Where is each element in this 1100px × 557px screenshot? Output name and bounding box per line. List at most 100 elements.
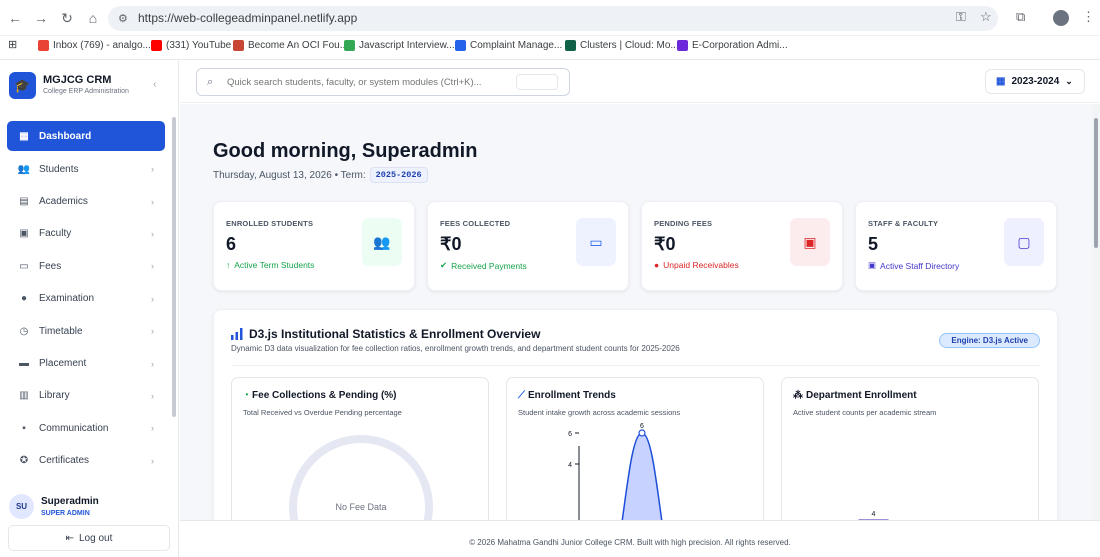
sidebar-item-library[interactable]: ▥ Library › xyxy=(0,380,172,412)
sidebar-item-communication[interactable]: ▪ Communication › xyxy=(0,412,172,444)
panel-title-text: D3.js Institutional Statistics & Enrollm… xyxy=(249,327,541,341)
search-icon: ⌕ xyxy=(207,76,214,88)
bookmark-item[interactable]: (331) YouTube xyxy=(151,40,231,51)
brand-name: MGJCG CRM xyxy=(43,74,112,86)
stat-caption: ↑ Active Term Students xyxy=(226,260,314,270)
department-enrollment-card: ⁂ Department Enrollment Active student c… xyxy=(781,377,1039,520)
user-role: SUPER ADMIN xyxy=(41,510,90,517)
apps-icon[interactable]: ⊞ xyxy=(8,38,17,51)
stat-caption: ● Unpaid Receivables xyxy=(654,260,739,270)
banknote-icon: ▣ xyxy=(790,218,830,266)
sidebar-item-certificates[interactable]: ✪ Certificates › xyxy=(0,445,172,477)
home-icon[interactable]: ⌂ xyxy=(84,9,102,27)
id-card-icon: ▣ xyxy=(19,228,29,240)
collapse-sidebar-icon[interactable]: ‹ xyxy=(153,79,156,90)
stat-caption-text: Active Term Students xyxy=(234,260,315,270)
term-badge: 2025-2026 xyxy=(369,167,428,183)
stat-caption-text: Active Staff Directory xyxy=(880,260,960,271)
sidebar-item-label: Placement xyxy=(39,358,87,370)
stat-value: ₹0 xyxy=(440,234,462,254)
menu-icon[interactable]: ⋮ xyxy=(1082,9,1095,25)
data-point xyxy=(638,429,646,437)
sidebar-item-students[interactable]: 👥 Students › xyxy=(0,153,172,185)
stat-value: 5 xyxy=(868,234,879,254)
clock-icon: ◷ xyxy=(19,325,29,337)
divider xyxy=(231,365,1041,366)
star-icon[interactable]: ☆ xyxy=(980,9,992,25)
bookmark-label: Javascript Interview... xyxy=(359,40,455,51)
stat-card: STAFF & FACULTY 5 ▣ Active Staff Directory ▢ xyxy=(855,201,1057,291)
sidebar-item-label: Academics xyxy=(39,196,88,208)
enrollment-area-series xyxy=(621,432,663,520)
bookmark-favicon-icon xyxy=(38,40,49,51)
sidebar-item-label: Timetable xyxy=(39,325,83,337)
stat-card: FEES COLLECTED ₹0 ✔ Received Payments ▭ xyxy=(427,201,629,291)
chevron-right-icon: › xyxy=(151,293,154,304)
sidebar-item-academics[interactable]: ▤ Academics › xyxy=(0,185,172,217)
stat-label: PENDING FEES xyxy=(654,219,713,228)
chevron-right-icon: › xyxy=(151,423,154,434)
sidebar-item-timetable[interactable]: ◷ Timetable › xyxy=(0,315,172,347)
bookmark-label: Become An OCI Fou... xyxy=(248,40,349,51)
extensions-icon[interactable]: ⧉ xyxy=(1016,9,1025,25)
contact-icon: ▢ xyxy=(1004,218,1044,266)
bookmark-item[interactable]: Javascript Interview... xyxy=(344,40,455,51)
panel-title: D3.js Institutional Statistics & Enrollm… xyxy=(231,327,540,341)
cash-icon: ▭ xyxy=(19,260,29,272)
engine-badge: Engine: D3.js Active xyxy=(939,333,1040,348)
department-bar-chart: 4 xyxy=(858,511,889,520)
sidebar-item-label: Certificates xyxy=(39,455,90,467)
arrow-up-icon: ↑ xyxy=(226,260,231,270)
current-date: Thursday, August 13, 2026 • Term: xyxy=(213,169,366,181)
sidebar-item-examination[interactable]: ● Examination › xyxy=(0,283,172,315)
footer-text: © 2026 Mahatma Gandhi Junior College CRM… xyxy=(469,538,791,547)
bar-chart-icon xyxy=(231,328,243,340)
main-scrollbar[interactable] xyxy=(1092,104,1100,520)
key-icon[interactable]: ⚿ xyxy=(956,9,966,25)
bookmark-item[interactable]: Become An OCI Fou... xyxy=(233,40,348,51)
sidebar-item-placement[interactable]: ▬ Placement › xyxy=(0,347,172,379)
sidebar: 🎓 MGJCG CRM College ERP Administration ‹… xyxy=(0,61,179,557)
data-label: 6 xyxy=(640,423,644,430)
main-content: Good morning, Superadmin Thursday, Augus… xyxy=(180,104,1092,520)
site-settings-icon[interactable]: ⚙ xyxy=(118,12,128,25)
y-tick-label: 6 xyxy=(568,431,572,438)
back-icon[interactable]: ← xyxy=(6,9,24,27)
y-tick-label: 4 xyxy=(568,462,572,469)
forward-icon[interactable]: → xyxy=(32,9,50,27)
users-icon: 👥 xyxy=(362,218,402,266)
bookmark-item[interactable]: E-Corporation Admi... xyxy=(677,40,788,51)
search-box[interactable]: ⌕ xyxy=(196,68,570,96)
avatar: SU xyxy=(9,494,34,519)
profile-avatar[interactable] xyxy=(1053,10,1069,26)
stat-label: STAFF & FACULTY xyxy=(868,219,939,228)
top-bar: ⌕ ▦ 2023-2024 ⌄ xyxy=(180,61,1100,103)
reload-icon[interactable]: ↻ xyxy=(58,9,76,27)
sidebar-item-faculty[interactable]: ▣ Faculty › xyxy=(0,218,172,250)
user-profile[interactable]: SU Superadmin SUPER ADMIN xyxy=(9,493,169,521)
bookmark-favicon-icon xyxy=(565,40,576,51)
fee-collections-card: ◔ Fee Collections & Pending (%) Total Re… xyxy=(231,377,489,520)
graduation-cap-icon: 🎓 xyxy=(9,72,36,99)
browser-toolbar: ← → ↻ ⌂ ⚙ https://web-collegeadminpanel.… xyxy=(0,0,1100,36)
search-input[interactable] xyxy=(227,70,517,94)
bookmark-favicon-icon xyxy=(151,40,162,51)
stat-label: FEES COLLECTED xyxy=(440,219,511,228)
empty-chart-label: No Fee Data xyxy=(335,502,386,512)
bookmark-item[interactable]: Inbox (769) - analgo... xyxy=(38,40,151,51)
fee-donut-chart: No Fee Data xyxy=(289,435,433,520)
panel-subtitle: Dynamic D3 data visualization for fee co… xyxy=(231,344,680,353)
address-bar[interactable]: ⚙ https://web-collegeadminpanel.netlify.… xyxy=(108,6,998,31)
briefcase-icon: ▬ xyxy=(19,358,29,370)
chevron-right-icon: › xyxy=(151,455,154,466)
url-text: https://web-collegeadminpanel.netlify.ap… xyxy=(138,11,358,25)
logout-button[interactable]: ⇤ Log out xyxy=(8,525,170,551)
alert-circle-icon: ● xyxy=(654,260,660,270)
bookmark-item[interactable]: Complaint Manage... xyxy=(455,40,562,51)
academic-year-select[interactable]: ▦ 2023-2024 ⌄ xyxy=(985,69,1085,94)
sidebar-item-fees[interactable]: ▭ Fees › xyxy=(0,250,172,282)
chevron-right-icon: › xyxy=(151,390,154,401)
bookmark-item[interactable]: Clusters | Cloud: Mo... xyxy=(565,40,679,51)
sidebar-scrollbar[interactable] xyxy=(172,117,176,417)
sidebar-item-dashboard[interactable]: ▦ Dashboard xyxy=(7,121,165,151)
